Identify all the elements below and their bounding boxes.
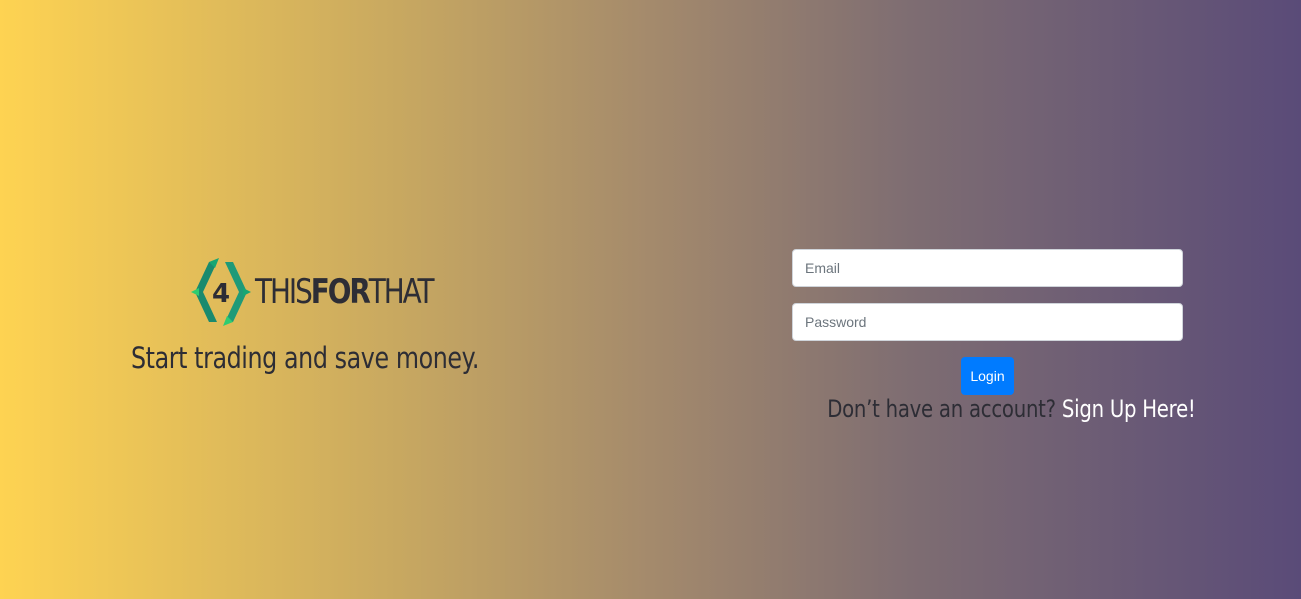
brand-name-for: FOR [310, 272, 371, 312]
email-field[interactable] [792, 249, 1183, 287]
login-panel: Login Don’t have an account? Sign Up Her… [792, 249, 1196, 423]
logo: 4 THISFORTHAT [189, 256, 435, 328]
brand-name: THISFORTHAT [255, 272, 435, 312]
login-row: Login [792, 357, 1183, 395]
signup-row: Don’t have an account? Sign Up Here! [827, 395, 1196, 423]
brand-name-that: THAT [368, 272, 435, 312]
signup-prompt: Don’t have an account? [827, 395, 1056, 423]
brand-name-this: THIS [255, 272, 313, 312]
password-field[interactable] [792, 303, 1183, 341]
logo-glyph: 4 [212, 279, 230, 309]
signup-link[interactable]: Sign Up Here! [1062, 395, 1196, 423]
brand-panel: 4 THISFORTHAT Start trading and save mon… [60, 256, 550, 375]
login-button[interactable]: Login [961, 357, 1014, 395]
tagline: Start trading and save money. [130, 341, 480, 375]
exchange-arrows-icon: 4 [191, 258, 251, 326]
